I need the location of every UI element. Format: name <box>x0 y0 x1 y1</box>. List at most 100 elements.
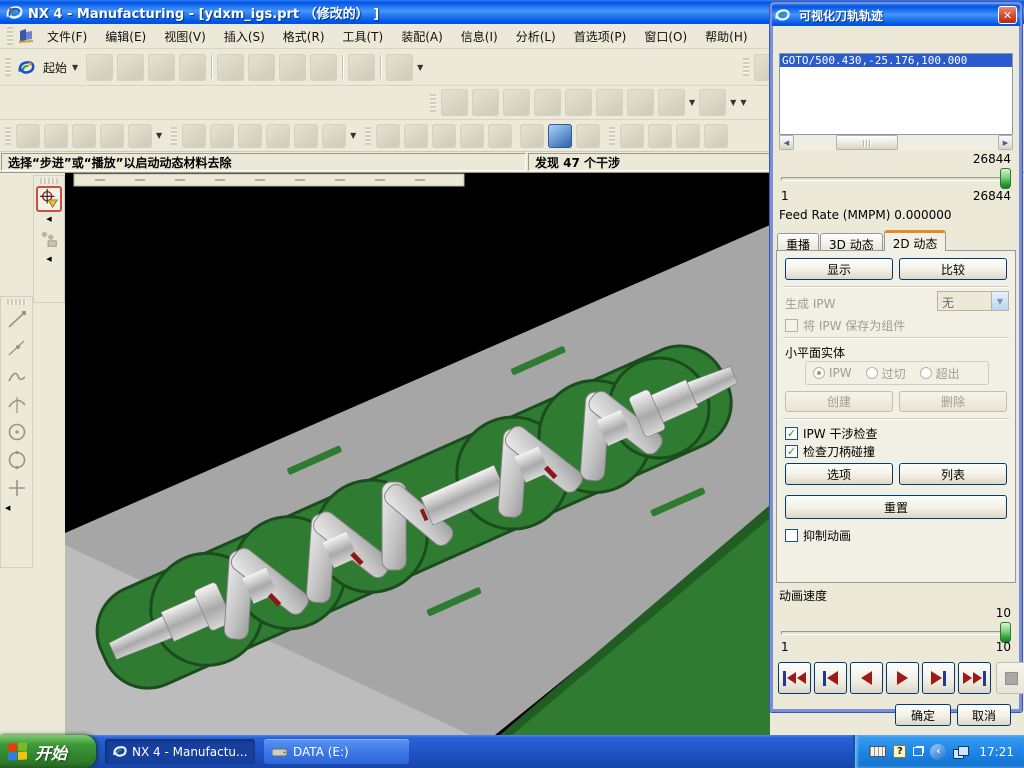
scrollbar-track[interactable] <box>794 135 998 150</box>
shaded-view-icon[interactable] <box>627 89 654 116</box>
curve-rule-icon[interactable] <box>36 226 62 252</box>
print-icon[interactable] <box>179 54 206 81</box>
path-position-slider[interactable] <box>781 168 1011 189</box>
selected-goto-line[interactable]: GOTO/500.430,-25.176,100.000 <box>780 54 1012 67</box>
ipw-interference-checkbox[interactable]: ✓ IPW 干涉检查 <box>785 425 877 442</box>
delete-icon[interactable] <box>310 54 337 81</box>
list-horizontal-scrollbar[interactable]: ◀ ▶ <box>779 135 1013 150</box>
compare-button[interactable]: 比较 <box>899 258 1007 280</box>
magnifier-icon[interactable] <box>534 89 561 116</box>
rotate-view-icon[interactable] <box>565 89 592 116</box>
batch-process-icon[interactable] <box>648 124 672 148</box>
step-back-button[interactable] <box>814 662 847 694</box>
line-icon[interactable] <box>4 307 30 333</box>
copy-icon[interactable] <box>248 54 275 81</box>
menu-edit[interactable]: 编辑(E) <box>96 25 155 48</box>
new-file-icon[interactable] <box>86 54 113 81</box>
dialog-close-button[interactable]: ✕ <box>998 6 1017 24</box>
create-operation-icon[interactable] <box>128 124 152 148</box>
undo-icon[interactable] <box>348 54 375 81</box>
tab-2d-dynamic[interactable]: 2D 动态 <box>884 230 947 251</box>
create-program-icon[interactable] <box>16 124 40 148</box>
edit-op-toolbar-grip[interactable] <box>171 127 177 145</box>
pan-view-icon[interactable] <box>596 89 623 116</box>
menu-file[interactable]: 文件(F) <box>38 25 96 48</box>
curve-collapse-icon[interactable]: ◀ <box>34 254 64 264</box>
toolpath-event-list[interactable]: GOTO/500.430,-25.176,100.000 <box>779 53 1013 135</box>
ops-toolbar-grip[interactable] <box>609 127 615 145</box>
options-button[interactable]: 选项 <box>785 463 893 485</box>
scrollbar-thumb[interactable] <box>836 135 898 150</box>
paste-icon[interactable] <box>279 54 306 81</box>
graphics-viewport[interactable] <box>65 173 770 735</box>
network-tray-icon[interactable] <box>953 746 969 758</box>
spline-icon[interactable] <box>4 363 30 389</box>
simulate-machine-icon[interactable] <box>576 124 600 148</box>
edit-op-dropdown-icon[interactable]: ▼ <box>350 131 356 140</box>
transform-operation-icon[interactable] <box>322 124 346 148</box>
display-mode-icon[interactable] <box>699 89 726 116</box>
snap-point-filter-icon[interactable] <box>36 186 62 212</box>
verify-toolpath-icon[interactable] <box>548 124 572 148</box>
arc-icon[interactable] <box>4 391 30 417</box>
cancel-button[interactable]: 取消 <box>957 704 1011 726</box>
create-geometry-icon[interactable] <box>72 124 96 148</box>
menu-assemblies[interactable]: 装配(A) <box>392 25 452 48</box>
replay-toolpath-icon[interactable] <box>404 124 428 148</box>
zoom-rotate-icon[interactable] <box>503 89 530 116</box>
show-button[interactable]: 显示 <box>785 258 893 280</box>
menubar-grip[interactable] <box>7 27 13 45</box>
csys-toolbar-grip[interactable] <box>743 58 749 76</box>
play-backward-button[interactable] <box>850 662 883 694</box>
help-tray-icon[interactable]: ? <box>893 745 906 758</box>
save-file-icon[interactable] <box>148 54 175 81</box>
zoom-window-icon[interactable] <box>472 89 499 116</box>
snap-toolbar-grip[interactable] <box>40 178 58 184</box>
menu-preferences[interactable]: 首选项(P) <box>565 25 636 48</box>
display-mode-dropdown-icon[interactable]: ▼ <box>730 98 736 107</box>
tab-replay[interactable]: 重播 <box>777 233 819 251</box>
input-method-keyboard-icon[interactable] <box>869 746 886 757</box>
dialog-title-bar[interactable]: 可视化刀轨轨迹 ✕ <box>772 4 1020 26</box>
inferred-line-icon[interactable] <box>4 335 30 361</box>
menu-insert[interactable]: 插入(S) <box>215 25 274 48</box>
mfg-toolbar-grip[interactable] <box>5 127 11 145</box>
curve-toolbar-collapse-icon[interactable]: ◀ <box>1 503 32 513</box>
start-button[interactable]: 开始 <box>0 735 96 768</box>
menu-analysis[interactable]: 分析(L) <box>507 25 565 48</box>
point-icon[interactable] <box>4 475 30 501</box>
wireframe-cube-icon[interactable] <box>658 89 685 116</box>
paste-operation-icon[interactable] <box>266 124 290 148</box>
play-forward-button[interactable] <box>886 662 919 694</box>
start-app-button[interactable]: 起始 ▼ <box>14 57 84 78</box>
go-to-start-button[interactable] <box>778 662 811 694</box>
circle-center-icon[interactable] <box>4 419 30 445</box>
cut-operation-icon[interactable] <box>210 124 234 148</box>
list-button[interactable]: 列表 <box>899 463 1007 485</box>
confirm-toolpath-icon[interactable] <box>460 124 484 148</box>
toolpath-toolbar-grip[interactable] <box>365 127 371 145</box>
delete-operation-icon[interactable] <box>294 124 318 148</box>
view-toolbar-grip[interactable] <box>430 94 436 112</box>
menu-tools[interactable]: 工具(T) <box>334 25 393 48</box>
menu-window[interactable]: 窗口(O) <box>635 25 696 48</box>
holder-collision-checkbox[interactable]: ✓ 检查刀柄碰撞 <box>785 443 875 460</box>
shop-doc-icon[interactable] <box>520 124 544 148</box>
menu-information[interactable]: 信息(I) <box>452 25 507 48</box>
hide-tray-icons-chevron[interactable]: ‹ <box>930 744 946 760</box>
menu-help[interactable]: 帮助(H) <box>696 25 756 48</box>
taskbar-task-data-drive[interactable]: DATA (E:) <box>264 739 409 764</box>
output-toolpath-icon[interactable] <box>432 124 456 148</box>
swap-layer-icon[interactable] <box>620 124 644 148</box>
menu-view[interactable]: 视图(V) <box>155 25 215 48</box>
start-dropdown-icon[interactable]: ▼ <box>72 63 78 72</box>
toolbar-overflow-icon[interactable]: ▼ <box>417 63 423 72</box>
snap-collapse-icon[interactable]: ◀ <box>34 214 64 224</box>
curve-toolbar-grip[interactable] <box>7 299 26 305</box>
taskbar-task-nx[interactable]: NX 4 - Manufactu... <box>105 739 255 764</box>
step-forward-button[interactable] <box>922 662 955 694</box>
create-method-icon[interactable] <box>100 124 124 148</box>
generate-toolpath-icon[interactable] <box>376 124 400 148</box>
create-dropdown-icon[interactable]: ▼ <box>156 131 162 140</box>
reset-button[interactable]: 重置 <box>785 495 1007 519</box>
